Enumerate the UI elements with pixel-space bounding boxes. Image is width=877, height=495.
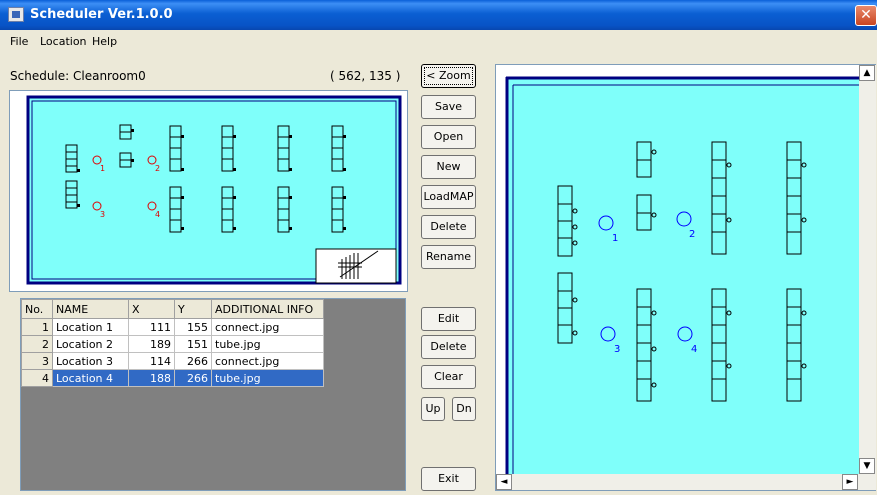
cell-x[interactable]: 189 — [128, 335, 175, 353]
cell-x[interactable]: 114 — [128, 352, 175, 370]
new-button[interactable]: New — [421, 155, 476, 179]
menu-bar: File Location Help — [0, 30, 877, 54]
cursor-coordinates: ( 562, 135 ) — [330, 69, 401, 83]
app-icon[interactable] — [8, 7, 24, 22]
cell-y[interactable]: 266 — [174, 369, 212, 387]
exit-button[interactable]: Exit — [421, 467, 476, 491]
cell-x[interactable]: 188 — [128, 369, 175, 387]
table-row[interactable]: 1 Location 1 111 155 connect.jpg — [21, 318, 324, 336]
minimap-canvas: 1 2 3 4 — [26, 95, 402, 285]
col-header-no[interactable]: No. — [21, 299, 53, 319]
scroll-left-icon[interactable]: ◄ — [496, 474, 512, 490]
edit-button[interactable]: Edit — [421, 307, 476, 331]
delete-schedule-button[interactable]: Delete — [421, 215, 476, 239]
col-header-info[interactable]: ADDITIONAL INFO — [211, 299, 324, 319]
cell-y[interactable]: 151 — [174, 335, 212, 353]
cell-info[interactable]: tube.jpg — [211, 369, 324, 387]
cell-no: 3 — [21, 352, 53, 370]
cell-info[interactable]: connect.jpg — [211, 318, 324, 336]
rename-button[interactable]: Rename — [421, 245, 476, 269]
cell-no: 1 — [21, 318, 53, 336]
menu-help[interactable]: Help — [92, 35, 117, 48]
zoom-marker-4: 4 — [691, 344, 697, 355]
schedule-name: Schedule: Cleanroom0 — [10, 69, 146, 83]
zoomed-map-panel[interactable]: 1 2 3 4 — [495, 64, 876, 491]
cell-info[interactable]: connect.jpg — [211, 352, 324, 370]
horizontal-scrollbar[interactable]: ◄ ► — [496, 474, 876, 490]
cell-no: 2 — [21, 335, 53, 353]
delete-location-button[interactable]: Delete — [421, 335, 476, 359]
open-button[interactable]: Open — [421, 125, 476, 149]
scroll-right-icon[interactable]: ► — [842, 474, 858, 490]
minimap-marker-1: 1 — [100, 164, 105, 173]
window-title: Scheduler Ver.1.0.0 — [30, 7, 173, 22]
table-row-selected[interactable]: 4 Location 4 188 266 tube.jpg — [21, 369, 324, 387]
vertical-scrollbar[interactable]: ▲ ▼ — [859, 65, 876, 474]
minimap-marker-3: 3 — [100, 210, 105, 219]
cell-y[interactable]: 266 — [174, 352, 212, 370]
close-button[interactable]: ✕ — [855, 5, 877, 26]
menu-file[interactable]: File — [10, 35, 28, 48]
cell-name[interactable]: Location 4 — [52, 369, 129, 387]
cell-name[interactable]: Location 2 — [52, 335, 129, 353]
menu-location[interactable]: Location — [40, 35, 87, 48]
table-header-row: No. NAME X Y ADDITIONAL INFO — [21, 299, 324, 319]
clear-button[interactable]: Clear — [421, 365, 476, 389]
zoom-button[interactable]: < Zoom — [421, 64, 476, 88]
move-up-button[interactable]: Up — [421, 397, 445, 421]
scroll-down-icon[interactable]: ▼ — [859, 458, 875, 474]
minimap-marker-2: 2 — [155, 164, 160, 173]
loadmap-button[interactable]: LoadMAP — [421, 185, 476, 209]
table-row[interactable]: 3 Location 3 114 266 connect.jpg — [21, 352, 324, 370]
cell-name[interactable]: Location 3 — [52, 352, 129, 370]
table-row[interactable]: 2 Location 2 189 151 tube.jpg — [21, 335, 324, 353]
zoom-marker-2: 2 — [689, 229, 695, 240]
scroll-up-icon[interactable]: ▲ — [859, 65, 875, 81]
minimap-panel[interactable]: 1 2 3 4 — [9, 90, 408, 292]
move-down-button[interactable]: Dn — [452, 397, 476, 421]
zoomed-map-canvas: 1 2 3 4 — [505, 76, 860, 475]
locations-table[interactable]: No. NAME X Y ADDITIONAL INFO 1 Location … — [20, 298, 406, 491]
cell-no: 4 — [21, 369, 53, 387]
cell-name[interactable]: Location 1 — [52, 318, 129, 336]
col-header-name[interactable]: NAME — [52, 299, 129, 319]
cell-x[interactable]: 111 — [128, 318, 175, 336]
zoom-marker-3: 3 — [614, 344, 620, 355]
cell-y[interactable]: 155 — [174, 318, 212, 336]
save-button[interactable]: Save — [421, 95, 476, 119]
cell-info[interactable]: tube.jpg — [211, 335, 324, 353]
zoom-marker-1: 1 — [612, 233, 618, 244]
col-header-y[interactable]: Y — [174, 299, 212, 319]
minimap-marker-4: 4 — [155, 210, 160, 219]
col-header-x[interactable]: X — [128, 299, 175, 319]
